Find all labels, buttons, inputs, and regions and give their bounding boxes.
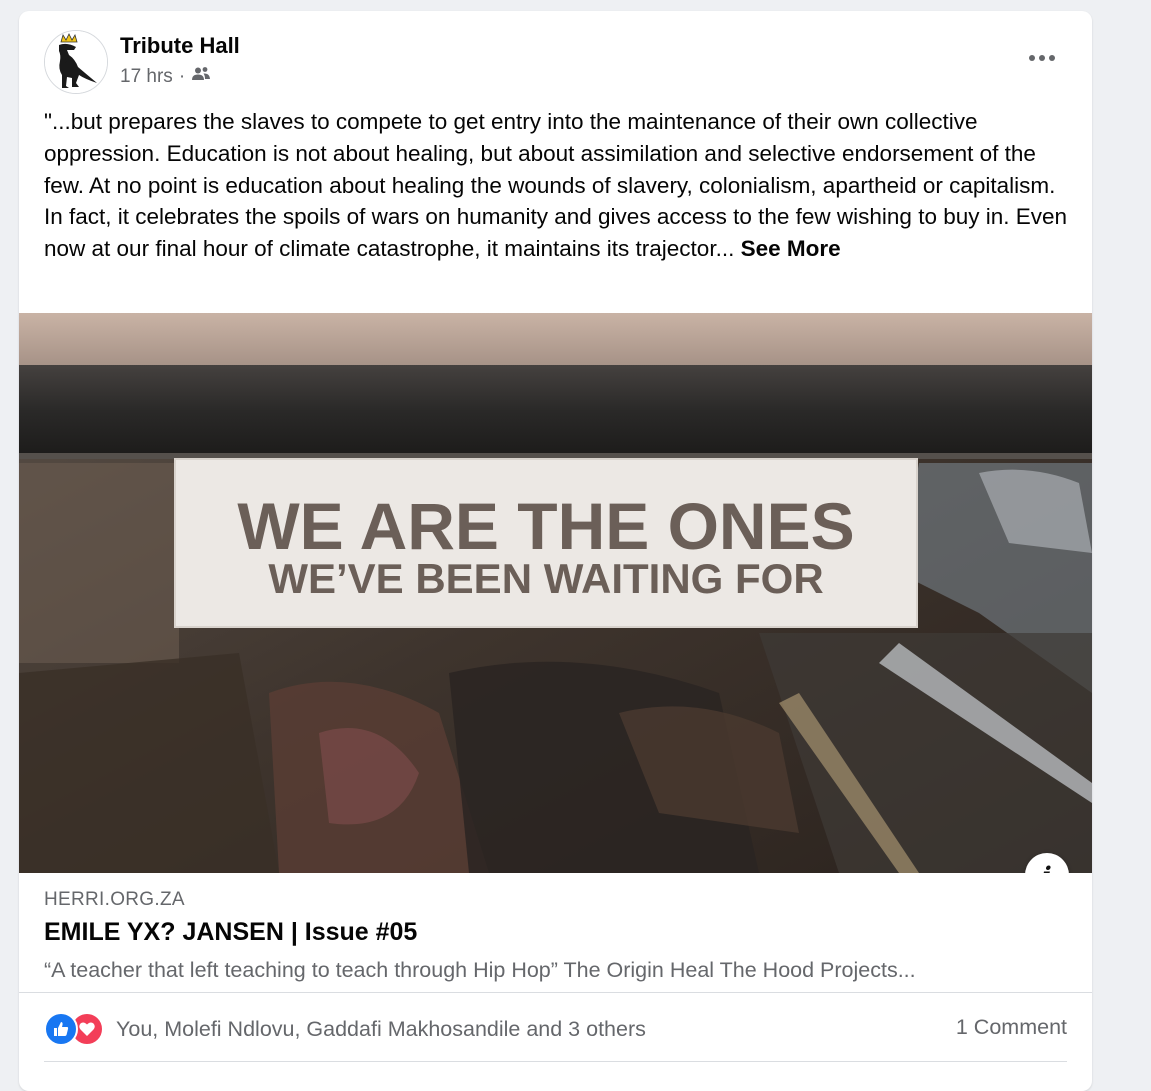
- dinosaur-crown-logo: [45, 31, 107, 93]
- link-preview[interactable]: HERRI.ORG.ZA EMILE YX? JANSEN | Issue #0…: [19, 873, 1092, 993]
- link-description: “A teacher that left teaching to teach t…: [44, 958, 916, 982]
- post-time[interactable]: 17 hrs: [120, 66, 173, 88]
- meta-separator: ·: [178, 66, 186, 87]
- car-window-sticker-photo: WE ARE THE ONES WE’VE BEEN WAITING FOR: [19, 313, 1092, 873]
- friends-icon: [191, 66, 211, 88]
- comment-count[interactable]: 1 Comment: [956, 1015, 1067, 1040]
- sticker-line-1: WE ARE THE ONES: [237, 489, 854, 563]
- reactions-summary[interactable]: You, Molefi Ndlovu, Gaddafi Makhosandile…: [44, 1011, 646, 1047]
- reaction-names[interactable]: You, Molefi Ndlovu, Gaddafi Makhosandile…: [116, 1017, 646, 1042]
- page-avatar[interactable]: [44, 30, 108, 94]
- post-body: "...but prepares the slaves to compete t…: [44, 109, 1068, 262]
- divider: [19, 992, 1092, 993]
- page-name[interactable]: Tribute Hall: [120, 33, 240, 59]
- link-title[interactable]: EMILE YX? JANSEN | Issue #05: [44, 918, 417, 947]
- post-text: "...but prepares the slaves to compete t…: [44, 106, 1074, 265]
- post-image[interactable]: WE ARE THE ONES WE’VE BEEN WAITING FOR: [19, 313, 1092, 873]
- see-more-link[interactable]: See More: [741, 236, 841, 261]
- sticker-line-2: WE’VE BEEN WAITING FOR: [268, 555, 823, 602]
- like-reaction-icon: [44, 1012, 78, 1046]
- post-card: Tribute Hall 17 hrs · "...but prepares t: [19, 11, 1092, 1091]
- more-options-button[interactable]: [1022, 44, 1062, 72]
- post-header: Tribute Hall 17 hrs ·: [19, 11, 1092, 111]
- link-domain: HERRI.ORG.ZA: [44, 889, 185, 910]
- divider: [44, 1061, 1067, 1062]
- more-options-icon: [1029, 55, 1055, 61]
- post-meta: 17 hrs ·: [120, 66, 211, 88]
